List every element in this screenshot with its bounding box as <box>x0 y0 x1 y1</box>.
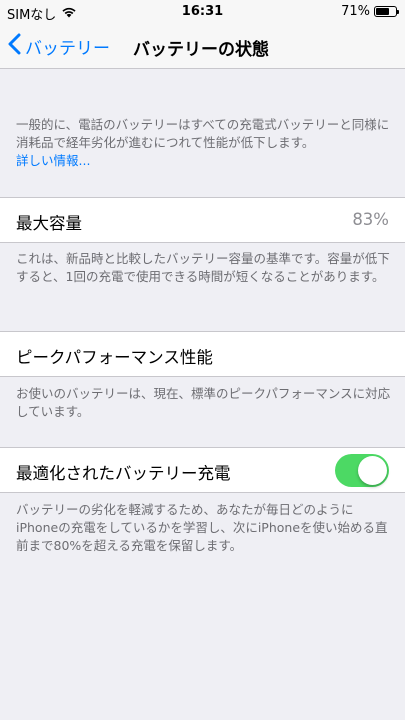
chevron-left-icon <box>8 33 21 59</box>
battery-percent: 71% <box>341 4 370 19</box>
toggle-knob <box>358 456 387 485</box>
peak-performance-row: ピークパフォーマンス性能 <box>0 331 405 377</box>
status-bar: SIMなし 16:31 71% <box>0 0 405 24</box>
intro-text: 一般的に、電話のバッテリーはすべての充電式バッテリーと同様に消耗品で経年劣化が進… <box>16 117 390 150</box>
back-button-label[interactable]: バッテリー <box>25 34 110 59</box>
learn-more-link[interactable]: 詳しい情報... <box>16 153 90 168</box>
page-title: バッテリーの状態 <box>133 40 269 60</box>
max-capacity-value: 83% <box>352 210 389 229</box>
max-capacity-label: 最大容量 <box>16 214 82 233</box>
max-capacity-row: 最大容量 83% <box>0 197 405 243</box>
peak-performance-label: ピークパフォーマンス性能 <box>16 348 213 367</box>
status-right: 71% <box>341 4 399 19</box>
optimized-charging-row: 最適化されたバッテリー充電 <box>0 447 405 493</box>
intro-description: 一般的に、電話のバッテリーはすべての充電式バッテリーと同様に消耗品で経年劣化が進… <box>16 116 391 170</box>
back-button[interactable]: バッテリー <box>8 33 110 59</box>
max-capacity-footer: これは、新品時と比較したバッテリー容量の基準です。容量が低下すると、1回の充電で… <box>16 251 390 284</box>
battery-icon <box>374 6 399 17</box>
battery-level-fill <box>376 8 390 15</box>
navigation-bar: バッテリー バッテリーの状態 <box>0 24 405 69</box>
optimized-charging-footer: バッテリーの劣化を軽減するため、あなたが毎日どのようにiPhoneの充電をしてい… <box>16 502 388 553</box>
optimized-charging-label: 最適化されたバッテリー充電 <box>16 464 231 483</box>
optimized-charging-toggle[interactable] <box>335 454 389 487</box>
peak-performance-footer: お使いのバッテリーは、現在、標準のピークパフォーマンスに対応しています。 <box>16 386 391 419</box>
